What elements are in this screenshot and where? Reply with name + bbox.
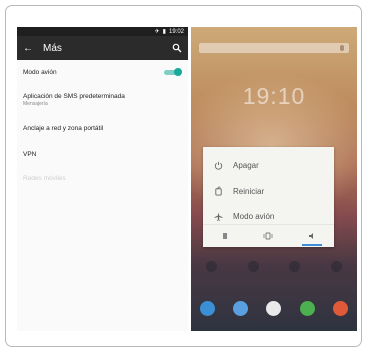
home-search-bar[interactable] [199,43,349,53]
setting-label: VPN [23,150,37,158]
messages-app-icon[interactable] [233,300,249,316]
setting-label: Anclaje a red y zona portátil [23,125,104,132]
search-icon[interactable] [172,43,182,53]
setting-label: Modo avión [23,68,57,76]
setting-mobile-networks: Redes móviles [17,166,188,190]
setting-default-sms-app[interactable]: Aplicación de SMS predeterminada Mensaje… [17,84,188,115]
restart-option[interactable]: Reiniciar [203,179,334,203]
settings-screen: ✈ ▮ 19:02 ← Más Modo avión Aplicación de… [17,27,188,331]
apps-drawer-icon[interactable] [266,300,282,316]
app-icon[interactable] [206,260,218,272]
power-icon [209,161,227,170]
back-arrow-icon[interactable]: ← [23,43,37,54]
setting-summary: Mensajería [23,100,48,107]
silent-icon[interactable] [215,232,235,240]
page-title: Más [43,42,62,54]
power-off-option[interactable]: Apagar [203,153,334,177]
airplane-mode-text: Modo avión [227,212,274,221]
setting-label: Redes móviles [23,174,66,182]
browser-app-icon[interactable] [299,300,315,316]
app-icon[interactable] [330,260,342,272]
setting-vpn[interactable]: VPN [17,142,188,166]
active-sound-indicator [302,244,323,246]
airplane-mode-label: Modo avión [233,211,275,221]
setting-label: Aplicación de SMS predeterminada [23,92,125,100]
phone-app-icon[interactable] [200,300,216,316]
airplane-icon [209,211,227,221]
status-time: 19:02 [168,28,184,35]
restart-label: Reiniciar [233,186,265,196]
app-icon[interactable] [289,260,301,272]
app-toolbar: ← Más [17,36,188,60]
power-menu-screen: 19:10 Apagar Reiniciar Modo avión [191,27,357,331]
power-off-label: Apagar [233,160,259,170]
home-clock: 19:10 [242,83,306,109]
airplane-status-icon: ✈ [154,28,160,35]
setting-airplane-mode[interactable]: Modo avión [17,60,188,84]
power-options-dialog: Apagar Reiniciar Modo avión [203,147,334,247]
status-bar: ✈ ▮ 19:02 [17,27,188,36]
airplane-mode-toggle[interactable] [164,68,182,76]
camera-app-icon[interactable] [332,300,348,316]
sound-mode-bar [203,224,334,247]
restart-icon [209,186,227,196]
vibrate-icon[interactable] [258,232,278,240]
app-icon[interactable] [247,260,259,272]
setting-tethering[interactable]: Anclaje a red y zona portátil [17,115,188,142]
home-app-row [191,259,357,273]
battery-icon: ▮ [162,28,166,35]
home-dock [191,297,357,319]
mic-icon [340,45,344,51]
sound-icon[interactable] [302,232,323,246]
toggle-thumb [174,68,182,76]
